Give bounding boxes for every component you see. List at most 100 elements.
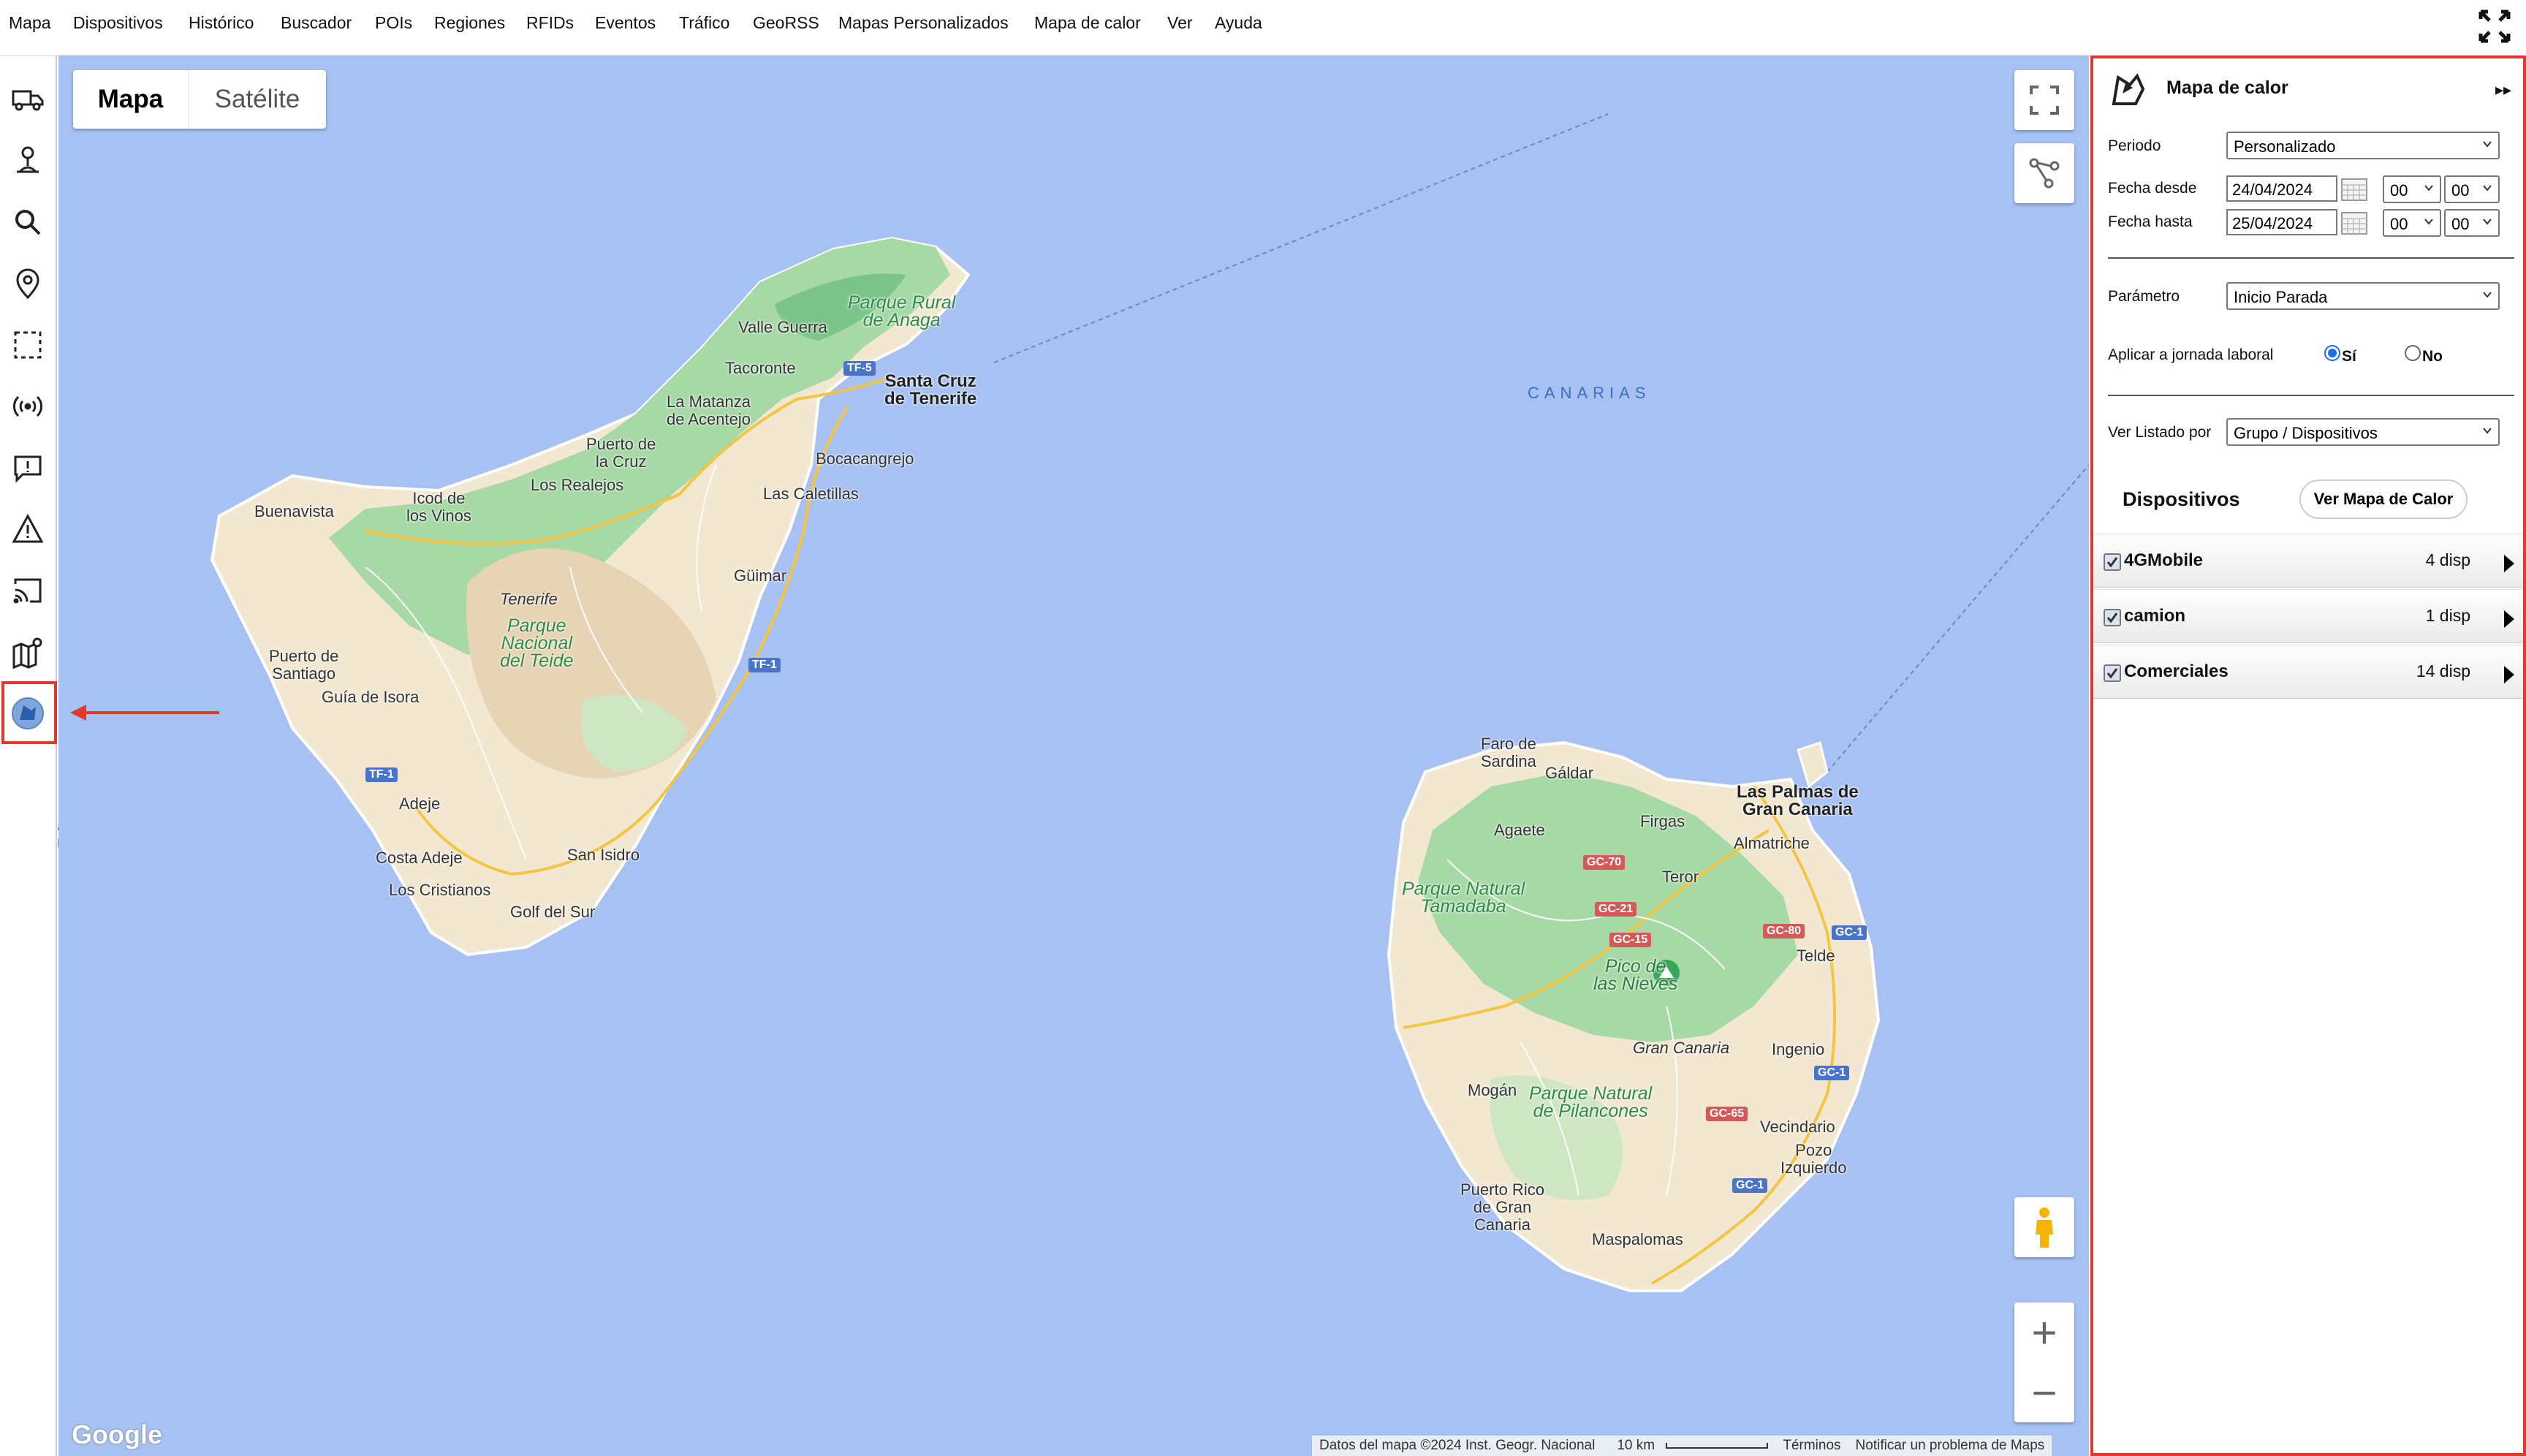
- panel-title: Mapa de calor: [2166, 77, 2288, 98]
- group-checkbox[interactable]: [2104, 664, 2121, 682]
- menu-mapa-de-calor[interactable]: Mapa de calor: [1034, 13, 1141, 33]
- zoom-control: + −: [2014, 1303, 2074, 1422]
- menu-mapa[interactable]: Mapa: [9, 13, 51, 33]
- ver-mapa-de-calor-button[interactable]: Ver Mapa de Calor: [2299, 479, 2468, 519]
- map-type-control: Mapa Satélite: [73, 70, 326, 129]
- street-view-pegman-icon[interactable]: [2014, 1197, 2074, 1257]
- parametro-select[interactable]: Inicio Parada: [2226, 282, 2500, 310]
- map-canvas[interactable]: CANARIAS Parque Rural de Anaga Valle Gue…: [58, 56, 2089, 1456]
- chevron-down-icon: [2483, 185, 2492, 192]
- fecha-hasta-minute-select[interactable]: 00: [2444, 209, 2500, 237]
- map-label-faro-sardina: Faro de Sardina: [1481, 735, 1536, 770]
- menu-regiones[interactable]: Regiones: [434, 13, 505, 33]
- menu-pois[interactable]: POIs: [375, 13, 412, 33]
- menu-ayuda[interactable]: Ayuda: [1215, 13, 1262, 33]
- chevron-down-icon: [2424, 219, 2433, 225]
- group-count: 4 disp: [2425, 550, 2470, 569]
- fullscreen-icon[interactable]: [2478, 9, 2511, 44]
- measure-route-icon[interactable]: [2014, 143, 2074, 203]
- calendar-icon[interactable]: [2340, 211, 2368, 235]
- ver-listado-select[interactable]: Grupo / Dispositivos: [2226, 418, 2500, 446]
- chevron-down-icon: [2483, 428, 2492, 434]
- map-label-guimar: Güimar: [734, 566, 787, 585]
- periodo-select[interactable]: Personalizado: [2226, 132, 2500, 159]
- road-sign: GC-15: [1609, 933, 1652, 947]
- fecha-desde-input[interactable]: 24/04/2024: [2226, 175, 2337, 202]
- fecha-desde-hour-select[interactable]: 00: [2383, 175, 2441, 203]
- truck-icon[interactable]: [6, 77, 50, 121]
- group-row-comerciales[interactable]: Comerciales 14 disp: [2093, 645, 2523, 699]
- menu-trafico[interactable]: Tráfico: [679, 13, 729, 33]
- rfid-signal-icon[interactable]: [6, 384, 50, 428]
- group-count: 14 disp: [2416, 661, 2470, 680]
- chevron-down-icon: [2483, 292, 2492, 298]
- jornada-no-radio[interactable]: [2405, 345, 2421, 361]
- map-label-puerto-rico: Puerto Rico de Gran Canaria: [1460, 1180, 1544, 1234]
- parametro-label: Parámetro: [2108, 288, 2180, 305]
- group-checkbox[interactable]: [2104, 553, 2121, 571]
- panel-collapse-button[interactable]: ▸▸: [2495, 80, 2511, 99]
- menu-bar: Mapa Dispositivos Histórico Buscador POI…: [0, 0, 2526, 56]
- road-sign: GC-70: [1583, 855, 1626, 870]
- terms-link[interactable]: Términos: [1775, 1438, 1848, 1454]
- road-sign: GC-21: [1595, 902, 1637, 917]
- event-message-icon[interactable]: [6, 446, 50, 490]
- expand-arrow-icon[interactable]: [2504, 555, 2514, 572]
- map-label-tacoronte: Tacoronte: [725, 359, 796, 377]
- map-label-tamadaba: Parque Natural Tamadaba: [1402, 879, 1525, 917]
- expand-arrow-icon[interactable]: [2504, 610, 2514, 628]
- map-label-telde: Telde: [1797, 947, 1835, 965]
- chevron-down-icon: [2424, 185, 2433, 192]
- map-label-san-isidro: San Isidro: [567, 846, 640, 864]
- map-label-la-matanza: La Matanza de Acentejo: [667, 393, 751, 428]
- map-label-golf-sur: Golf del Sur: [510, 903, 596, 921]
- map-label-tenerife: Tenerife: [500, 590, 558, 608]
- group-row-4gmobile[interactable]: 4GMobile 4 disp: [2093, 534, 2523, 588]
- group-name: Comerciales: [2124, 661, 2229, 681]
- road-sign: GC-1: [1832, 925, 1867, 940]
- alert-triangle-icon[interactable]: [6, 507, 50, 551]
- attribution-data: Datos del mapa ©2024 Inst. Geogr. Nacion…: [1319, 1438, 1596, 1453]
- road-sign: GC-65: [1706, 1107, 1748, 1121]
- custom-map-icon[interactable]: [6, 630, 50, 674]
- region-select-icon[interactable]: [6, 323, 50, 367]
- map-label-pico-nieves: Pico de las Nieves: [1593, 956, 1678, 994]
- calendar-icon[interactable]: [2340, 177, 2368, 202]
- chevron-down-icon: [2483, 219, 2492, 225]
- menu-dispositivos[interactable]: Dispositivos: [73, 13, 163, 33]
- menu-historico[interactable]: Histórico: [189, 13, 254, 33]
- menu-rfids[interactable]: RFIDs: [526, 13, 574, 33]
- map-label-pilancones: Parque Natural de Pilancones: [1529, 1083, 1653, 1121]
- zoom-out-button[interactable]: −: [2014, 1362, 2074, 1422]
- zoom-in-button[interactable]: +: [2014, 1303, 2074, 1362]
- driver-icon[interactable]: [6, 139, 50, 183]
- group-row-camion[interactable]: camion 1 disp: [2093, 589, 2523, 643]
- fecha-hasta-hour-select[interactable]: 00: [2383, 209, 2441, 237]
- poi-pin-icon[interactable]: [6, 262, 50, 306]
- map-label-santa-cruz: Santa Cruz de Tenerife: [884, 371, 977, 409]
- report-problem-link[interactable]: Notificar un problema de Maps: [1848, 1438, 2052, 1454]
- menu-buscador[interactable]: Buscador: [281, 13, 352, 33]
- map-label-los-cristianos: Los Cristianos: [389, 881, 491, 899]
- map-type-map-button[interactable]: Mapa: [73, 70, 189, 129]
- map-fullscreen-icon[interactable]: [2014, 70, 2074, 130]
- map-label-buenavista: Buenavista: [254, 502, 334, 520]
- scale-bar[interactable]: 10 km: [1602, 1438, 1775, 1454]
- expand-arrow-icon[interactable]: [2504, 666, 2514, 683]
- fecha-hasta-input[interactable]: 25/04/2024: [2226, 209, 2337, 235]
- map-label-teror: Teror: [1662, 868, 1699, 886]
- fecha-desde-minute-select[interactable]: 00: [2444, 175, 2500, 203]
- heatmap-tool-highlight: [1, 681, 57, 744]
- jornada-si-radio[interactable]: [2324, 345, 2340, 361]
- menu-eventos[interactable]: Eventos: [595, 13, 656, 33]
- menu-georss[interactable]: GeoRSS: [753, 13, 819, 33]
- chevron-down-icon: [2483, 141, 2492, 148]
- group-checkbox[interactable]: [2104, 609, 2121, 626]
- menu-ver[interactable]: Ver: [1167, 13, 1193, 33]
- map-type-satellite-button[interactable]: Satélite: [189, 70, 326, 129]
- fecha-hasta-label: Fecha hasta: [2108, 213, 2193, 230]
- cast-icon[interactable]: [6, 569, 50, 613]
- heatmap-panel: Mapa de calor ▸▸ Periodo Personalizado F…: [2090, 56, 2526, 1456]
- menu-mapas-personalizados[interactable]: Mapas Personalizados: [838, 13, 1009, 33]
- search-icon[interactable]: [6, 200, 50, 244]
